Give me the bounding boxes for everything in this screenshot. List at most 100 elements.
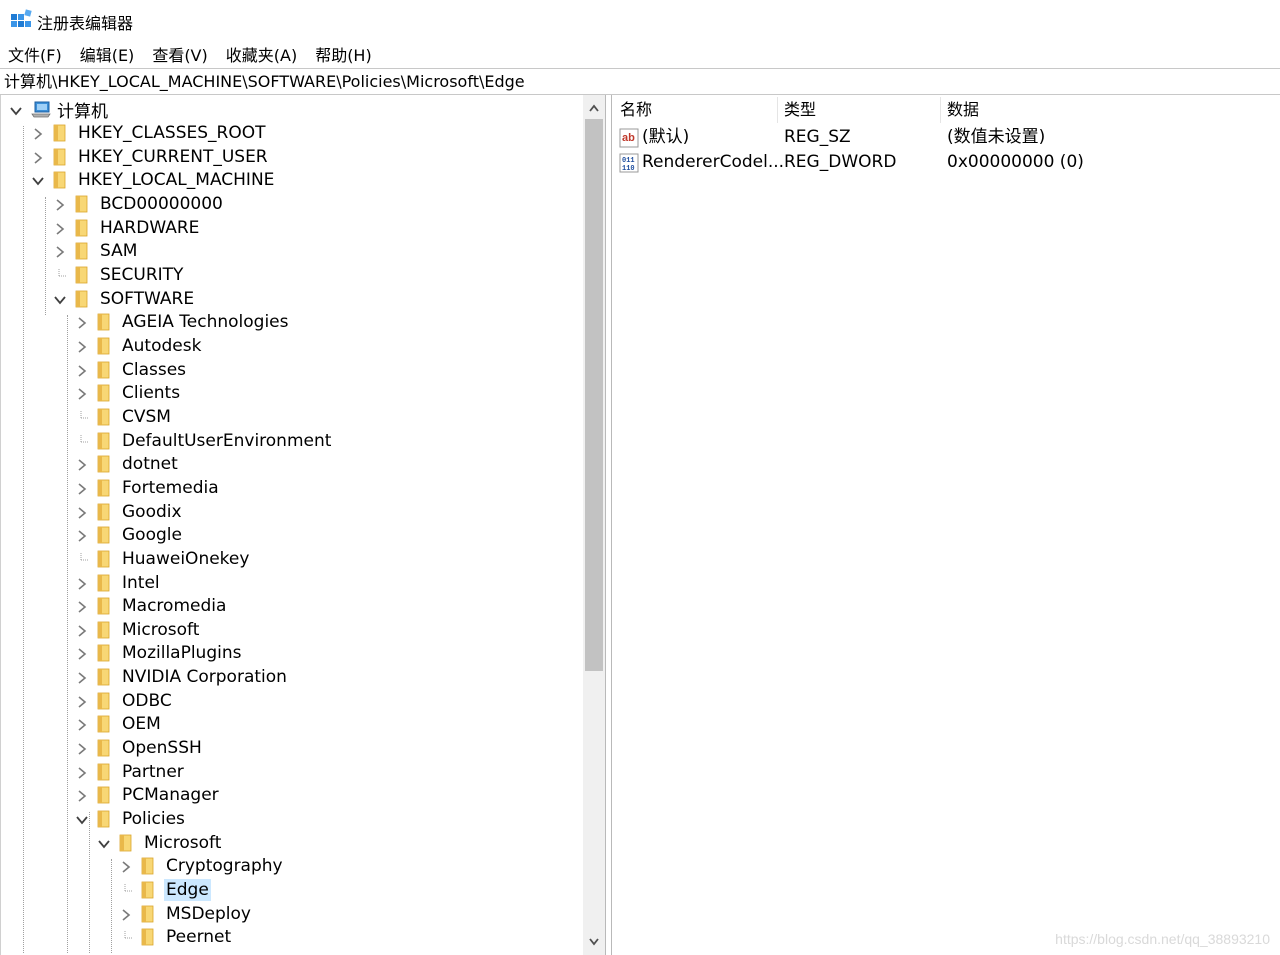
chevron-right-icon[interactable]: [119, 859, 133, 873]
menu-edit[interactable]: 编辑(E): [78, 40, 137, 68]
tree-node[interactable]: HKEY_CURRENT_USER: [31, 145, 270, 168]
tree-node[interactable]: dotnet: [75, 453, 180, 476]
tree-node[interactable]: ODBC: [75, 689, 174, 712]
tree-node[interactable]: Goodix: [75, 500, 184, 523]
tree-connector: [119, 930, 133, 944]
folder-icon: [53, 148, 67, 166]
tree-node[interactable]: PCManager: [75, 784, 221, 807]
tree-node[interactable]: Intel: [75, 571, 162, 594]
scroll-thumb[interactable]: [585, 119, 603, 671]
tree-node[interactable]: DefaultUserEnvironment: [75, 429, 333, 452]
column-header-type[interactable]: 类型: [777, 95, 940, 125]
menu-help[interactable]: 帮助(H): [313, 40, 374, 68]
string-value-icon: ab: [619, 128, 639, 148]
tree-node[interactable]: HKEY_LOCAL_MACHINE: [31, 169, 276, 192]
chevron-right-icon[interactable]: [75, 505, 89, 519]
scroll-up-button[interactable]: [583, 97, 605, 119]
tree-node[interactable]: Edge: [119, 878, 211, 901]
tree-node[interactable]: HKEY_CLASSES_ROOT: [31, 122, 268, 145]
folder-icon: [141, 881, 155, 899]
chevron-right-icon[interactable]: [75, 386, 89, 400]
chevron-down-icon[interactable]: [9, 103, 23, 117]
value-row-renderer[interactable]: 011 110 RendererCodel... REG_DWORD 0x000…: [613, 150, 1280, 175]
tree-node[interactable]: Clients: [75, 382, 182, 405]
tree-node[interactable]: Policies: [75, 808, 187, 831]
chevron-right-icon[interactable]: [75, 457, 89, 471]
chevron-right-icon[interactable]: [75, 765, 89, 779]
chevron-right-icon[interactable]: [75, 339, 89, 353]
tree-node[interactable]: Peernet: [119, 926, 233, 949]
tree-node[interactable]: AGEIA Technologies: [75, 311, 291, 334]
registry-tree[interactable]: 计算机 HKEY_CLASSES_ROOT HKEY_CURRENT_USER HK…: [0, 95, 606, 955]
tree-node[interactable]: Microsoft: [75, 618, 201, 641]
folder-icon: [141, 857, 155, 875]
value-data: (数值未设置): [947, 127, 1046, 147]
tree-node[interactable]: Fortemedia: [75, 476, 221, 499]
tree-node[interactable]: HuaweiOnekey: [75, 547, 251, 570]
chevron-right-icon[interactable]: [53, 197, 67, 211]
tree-node[interactable]: Cryptography: [119, 855, 285, 878]
chevron-down-icon[interactable]: [75, 812, 89, 826]
tree-node[interactable]: MozillaPlugins: [75, 642, 243, 665]
pane-splitter[interactable]: [606, 95, 612, 955]
svg-text:ab: ab: [622, 132, 635, 144]
title-bar[interactable]: 注册表编辑器: [0, 0, 1280, 40]
tree-node[interactable]: Macromedia: [75, 595, 228, 618]
tree-node[interactable]: OEM: [75, 713, 163, 736]
address-bar[interactable]: 计算机\HKEY_LOCAL_MACHINE\SOFTWARE\Policies…: [0, 68, 1280, 95]
tree-node[interactable]: BCD00000000: [53, 193, 225, 216]
chevron-right-icon[interactable]: [31, 126, 45, 140]
menu-view[interactable]: 查看(V): [150, 40, 209, 68]
tree-node[interactable]: HARDWARE: [53, 216, 201, 239]
tree-node[interactable]: SECURITY: [53, 264, 185, 287]
tree-node-label: DefaultUserEnvironment: [122, 430, 332, 451]
tree-node[interactable]: SOFTWARE: [53, 287, 196, 310]
chevron-right-icon[interactable]: [75, 315, 89, 329]
tree-node[interactable]: Google: [75, 524, 184, 547]
tree-connector: [75, 410, 89, 424]
chevron-right-icon[interactable]: [75, 528, 89, 542]
chevron-right-icon[interactable]: [75, 694, 89, 708]
folder-icon: [75, 219, 89, 237]
chevron-right-icon[interactable]: [75, 670, 89, 684]
tree-node[interactable]: NVIDIA Corporation: [75, 666, 289, 689]
chevron-right-icon[interactable]: [75, 576, 89, 590]
folder-icon: [75, 266, 89, 284]
tree-node[interactable]: Partner: [75, 760, 186, 783]
tree-node[interactable]: Autodesk: [75, 335, 203, 358]
chevron-down-icon[interactable]: [97, 836, 111, 850]
scroll-down-button[interactable]: [583, 931, 605, 953]
tree-node[interactable]: SAM: [53, 240, 139, 263]
chevron-right-icon[interactable]: [75, 717, 89, 732]
tree-node-computer[interactable]: 计算机: [9, 98, 110, 122]
menu-file[interactable]: 文件(F): [6, 40, 64, 68]
column-header-data[interactable]: 数据: [940, 95, 1240, 125]
tree-node[interactable]: Classes: [75, 358, 188, 381]
chevron-right-icon[interactable]: [75, 646, 89, 661]
tree-node[interactable]: CVSM: [75, 405, 173, 428]
chevron-right-icon[interactable]: [75, 363, 89, 377]
chevron-right-icon[interactable]: [75, 623, 89, 637]
chevron-right-icon[interactable]: [75, 481, 89, 495]
values-list[interactable]: 名称 类型 数据 ab (默认) REG_SZ (数值未设置) 011 110 …: [613, 95, 1280, 955]
menu-favorites[interactable]: 收藏夹(A): [224, 40, 299, 68]
menu-bar: 文件(F) 编辑(E) 查看(V) 收藏夹(A) 帮助(H): [0, 40, 1280, 68]
chevron-right-icon[interactable]: [53, 221, 67, 235]
chevron-right-icon[interactable]: [31, 150, 45, 164]
chevron-down-icon[interactable]: [31, 173, 45, 187]
chevron-right-icon[interactable]: [75, 788, 89, 802]
tree-node[interactable]: MSDeploy: [119, 902, 253, 925]
column-header-name[interactable]: 名称: [613, 95, 777, 125]
value-row-default[interactable]: ab (默认) REG_SZ (数值未设置): [613, 125, 1280, 150]
tree-node-label: OEM: [122, 714, 161, 735]
tree-node[interactable]: OpenSSH: [75, 737, 204, 760]
tree-scrollbar[interactable]: [583, 95, 605, 955]
tree-node-label: Peernet: [166, 927, 232, 948]
chevron-down-icon[interactable]: [53, 292, 67, 306]
tree-node[interactable]: Microsoft: [97, 831, 223, 854]
tree-node-label: AGEIA Technologies: [122, 312, 289, 333]
chevron-right-icon[interactable]: [75, 599, 89, 613]
chevron-right-icon[interactable]: [75, 741, 89, 755]
chevron-right-icon[interactable]: [53, 244, 67, 259]
chevron-right-icon[interactable]: [119, 907, 133, 921]
